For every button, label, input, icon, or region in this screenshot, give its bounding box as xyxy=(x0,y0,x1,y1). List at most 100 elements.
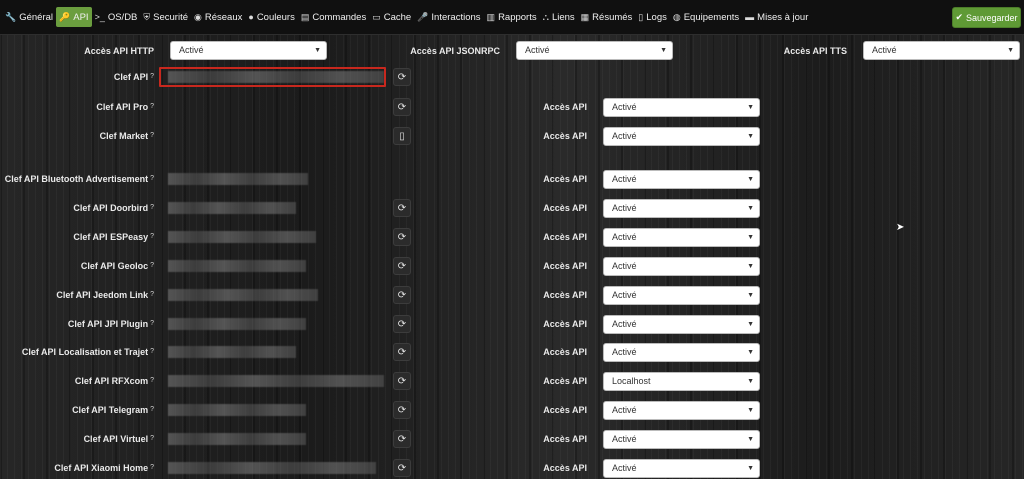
clef-api-geoloc-acces-select[interactable]: Activé ▼ xyxy=(603,257,760,276)
clef-api-localisation-et-trajet-refresh-button[interactable]: ⟳ xyxy=(393,343,411,361)
chevron-down-icon: ▼ xyxy=(747,205,754,212)
clef-api-espeasy-key-field[interactable] xyxy=(168,231,316,243)
clef-api-telegram-acces-select[interactable]: Activé ▼ xyxy=(603,401,760,420)
tab-logs[interactable]: ▯ Logs xyxy=(635,7,670,27)
tab-commandes[interactable]: ▤ Commandes xyxy=(298,7,369,27)
clef-api-virtuel-key-field[interactable] xyxy=(168,433,306,445)
question-circle-icon[interactable]: ? xyxy=(150,233,154,240)
clef-api-jpi-plugin-label-text: Clef API JPI Plugin xyxy=(67,319,149,329)
tab-rapports[interactable]: ▥ Rapports xyxy=(484,7,540,27)
clef-api-xiaomi-home-acces-label: Accès API xyxy=(543,463,587,473)
tab-mises-jour[interactable]: ▬ Mises à jour xyxy=(742,7,811,27)
clef-api-doorbird-refresh-button[interactable]: ⟳ xyxy=(393,199,411,217)
clef-market-refresh-button[interactable]: ▯ xyxy=(393,127,411,145)
tab-api[interactable]: 🔑 API xyxy=(56,7,92,27)
clef-api-bluetooth-advertisement-acces-select[interactable]: Activé ▼ xyxy=(603,170,760,189)
acces-api-jsonrpc-select[interactable]: Activé ▼ xyxy=(516,41,673,60)
clef-api-virtuel-label: Clef API Virtuel? xyxy=(0,433,154,445)
clef-api-jeedom-link-key-field[interactable] xyxy=(168,289,318,301)
clef-api-telegram-acces-label: Accès API xyxy=(543,405,587,415)
acces-api-tts-select[interactable]: Activé ▼ xyxy=(863,41,1020,60)
clef-api-pro-refresh-button[interactable]: ⟳ xyxy=(393,98,411,116)
question-circle-icon[interactable]: ? xyxy=(150,103,154,110)
tab-cache[interactable]: ▭ Cache xyxy=(369,7,414,27)
tab-label: Securité xyxy=(153,11,189,23)
clef-api-jeedom-link-acces-select[interactable]: Activé ▼ xyxy=(603,286,760,305)
clef-api-localisation-et-trajet-acces-label: Accès API xyxy=(543,347,587,357)
refresh-icon: ⟳ xyxy=(397,231,407,243)
clef-api-refresh-button[interactable]: ⟳ xyxy=(393,68,411,86)
question-circle-icon[interactable]: ? xyxy=(150,348,154,355)
clef-api-bluetooth-advertisement-acces-value: Activé xyxy=(612,174,637,184)
tab-os-db[interactable]: >_ OS/DB xyxy=(92,7,141,27)
clef-api-xiaomi-home-refresh-button[interactable]: ⟳ xyxy=(393,459,411,477)
tab-interactions[interactable]: 🎤 Interactions xyxy=(414,7,483,27)
clef-api-geoloc-key-field[interactable] xyxy=(168,260,306,272)
tab-securit[interactable]: ⛨ Securité xyxy=(140,7,191,27)
clef-api-espeasy-acces-select[interactable]: Activé ▼ xyxy=(603,228,760,247)
clef-api-rfxcom-acces-value: Localhost xyxy=(612,376,651,386)
tab-g-n-ral[interactable]: 🔧 Général xyxy=(2,7,56,27)
tab-label: Réseaux xyxy=(204,11,243,23)
clef-api-rfxcom-key-field[interactable] xyxy=(168,375,384,387)
file-icon: ▯ xyxy=(638,11,644,22)
clef-api-xiaomi-home-acces-select[interactable]: Activé ▼ xyxy=(603,459,760,478)
tint-icon: ● xyxy=(248,12,254,22)
clef-api-xiaomi-home-key-field[interactable] xyxy=(168,462,376,474)
list-icon: ▤ xyxy=(300,11,310,22)
save-button-label: Sauvegarder xyxy=(966,12,1018,23)
clef-api-virtuel-acces-select[interactable]: Activé ▼ xyxy=(603,430,760,449)
clef-api-jeedom-link-label-text: Clef API Jeedom Link xyxy=(56,290,149,300)
question-circle-icon[interactable]: ? xyxy=(150,291,154,298)
clef-api-jeedom-link-refresh-button[interactable]: ⟳ xyxy=(393,286,411,304)
question-circle-icon[interactable]: ? xyxy=(150,377,154,384)
clef-api-rfxcom-acces-select[interactable]: Localhost ▼ xyxy=(603,372,760,391)
clef-api-telegram-key-field[interactable] xyxy=(168,404,306,416)
tab-label: Mises à jour xyxy=(757,11,809,23)
acces-api-tts-label: Accès API TTS xyxy=(783,46,847,56)
clef-api-doorbird-acces-select[interactable]: Activé ▼ xyxy=(603,199,760,218)
question-circle-icon[interactable]: ? xyxy=(150,464,154,471)
question-circle-icon[interactable]: ? xyxy=(150,406,154,413)
refresh-icon: ⟳ xyxy=(397,101,407,113)
question-circle-icon[interactable]: ? xyxy=(150,73,154,80)
clef-api-telegram-label: Clef API Telegram? xyxy=(0,404,154,416)
refresh-icon: ⟳ xyxy=(397,260,407,272)
clef-api-bluetooth-advertisement-label-text: Clef API Bluetooth Advertisement xyxy=(4,174,149,184)
clef-market-acces-select[interactable]: Activé ▼ xyxy=(603,127,760,146)
clef-api-localisation-et-trajet-acces-select[interactable]: Activé ▼ xyxy=(603,343,760,362)
tab-equipements[interactable]: ◍ Equipements xyxy=(670,7,742,27)
question-circle-icon[interactable]: ? xyxy=(150,132,154,139)
question-circle-icon[interactable]: ? xyxy=(150,320,154,327)
question-circle-icon[interactable]: ? xyxy=(150,435,154,442)
tab-r-sum-s[interactable]: ▦ Résumés xyxy=(578,7,636,27)
clef-api-bluetooth-advertisement-key-field[interactable] xyxy=(168,173,308,185)
chevron-down-icon: ▼ xyxy=(747,321,754,328)
save-button[interactable]: ✔ Sauvegarder xyxy=(952,7,1021,28)
clef-api-virtuel-refresh-button[interactable]: ⟳ xyxy=(393,430,411,448)
clef-api-jpi-plugin-key-field[interactable] xyxy=(168,318,306,330)
tab-couleurs[interactable]: ● Couleurs xyxy=(245,7,297,27)
clef-api-jpi-plugin-refresh-button[interactable]: ⟳ xyxy=(393,315,411,333)
clef-api-jpi-plugin-acces-select[interactable]: Activé ▼ xyxy=(603,315,760,334)
question-circle-icon[interactable]: ? xyxy=(150,204,154,211)
clef-api-rfxcom-refresh-button[interactable]: ⟳ xyxy=(393,372,411,390)
acces-api-http-value: Activé xyxy=(179,45,204,55)
clef-api-espeasy-refresh-button[interactable]: ⟳ xyxy=(393,228,411,246)
tab-liens[interactable]: ⛬ Liens xyxy=(540,7,578,27)
chevron-down-icon: ▼ xyxy=(747,176,754,183)
clef-api-doorbird-label: Clef API Doorbird? xyxy=(0,202,154,214)
question-circle-icon[interactable]: ? xyxy=(150,262,154,269)
clef-api-label: Clef API? xyxy=(0,71,154,83)
acces-api-http-select[interactable]: Activé ▼ xyxy=(170,41,327,60)
clef-api-jpi-plugin-acces-label: Accès API xyxy=(543,319,587,329)
clef-api-geoloc-refresh-button[interactable]: ⟳ xyxy=(393,257,411,275)
clef-api-telegram-refresh-button[interactable]: ⟳ xyxy=(393,401,411,419)
question-circle-icon[interactable]: ? xyxy=(150,175,154,182)
clef-api-doorbird-key-field[interactable] xyxy=(168,202,296,214)
clef-api-pro-acces-select[interactable]: Activé ▼ xyxy=(603,98,760,117)
clef-api-jeedom-link-label: Clef API Jeedom Link? xyxy=(0,289,154,301)
tab-r-seaux[interactable]: ◉ Réseaux xyxy=(191,7,245,27)
clef-api-xiaomi-home-acces-value: Activé xyxy=(612,463,637,473)
clef-api-localisation-et-trajet-key-field[interactable] xyxy=(168,346,296,358)
